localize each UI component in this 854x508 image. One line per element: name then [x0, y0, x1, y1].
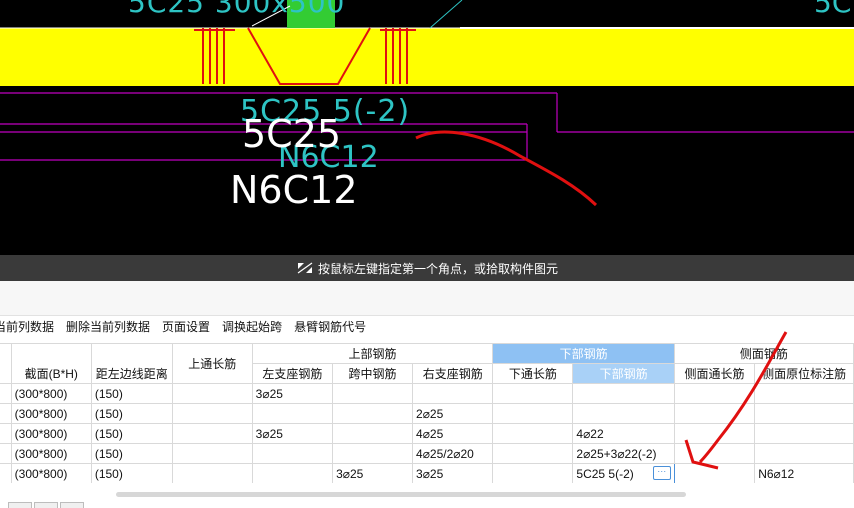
bottom-tab-strip: [0, 502, 854, 508]
bottom-tab[interactable]: [8, 502, 32, 508]
bottom-tab[interactable]: [60, 502, 84, 508]
horizontal-scrollbar[interactable]: [116, 492, 686, 497]
bottom-tab[interactable]: [34, 502, 58, 508]
annotation-arrow: [684, 331, 788, 470]
